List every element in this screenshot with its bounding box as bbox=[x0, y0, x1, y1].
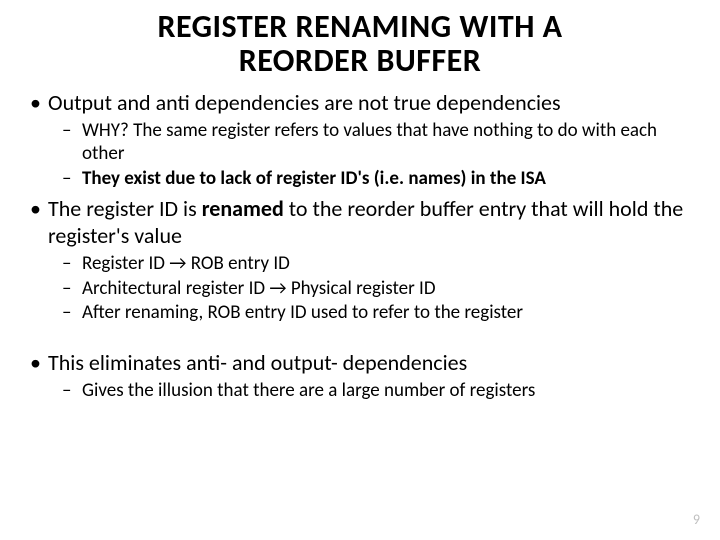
bullet-3-text: This eliminates anti- and output- depend… bbox=[48, 349, 467, 376]
bullet-2: The register ID is renamed to the reorde… bbox=[48, 195, 696, 325]
bullet-3: This eliminates anti- and output- depend… bbox=[48, 349, 696, 402]
bullet-2-text: The register ID is renamed to the reorde… bbox=[48, 195, 683, 250]
bullet-1-sub-2: They exist due to lack of register ID's … bbox=[82, 167, 696, 191]
bullet-1-sub-1: WHY? The same register refers to values … bbox=[82, 119, 696, 167]
title-line-2: REORDER BUFFER bbox=[239, 41, 482, 80]
bullet-1-text: Output and anti dependencies are not tru… bbox=[48, 89, 561, 116]
bullet-2-sub-2: Architectural register ID → Physical reg… bbox=[82, 277, 696, 301]
slide-title: REGISTER RENAMING WITH A REORDER BUFFER bbox=[24, 10, 696, 77]
bullet-2-sublist: Register ID → ROB entry ID Architectural… bbox=[48, 252, 696, 325]
bullet-2-sub-1: Register ID → ROB entry ID bbox=[82, 252, 696, 276]
bullet-1: Output and anti dependencies are not tru… bbox=[48, 89, 696, 191]
bullet-2-sub-3: After renaming, ROB entry ID used to ref… bbox=[82, 301, 696, 325]
bullet-list: Output and anti dependencies are not tru… bbox=[24, 89, 696, 402]
bullet-3-sublist: Gives the illusion that there are a larg… bbox=[48, 379, 696, 403]
page-number: 9 bbox=[693, 511, 700, 528]
bullet-1-sublist: WHY? The same register refers to values … bbox=[48, 119, 696, 191]
bullet-3-sub-1: Gives the illusion that there are a larg… bbox=[82, 379, 696, 403]
